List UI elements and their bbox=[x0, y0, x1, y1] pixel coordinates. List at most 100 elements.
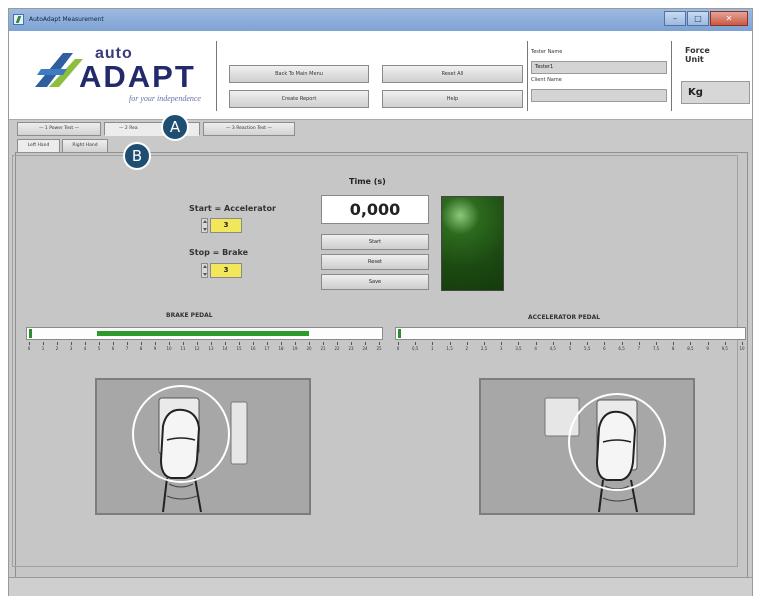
brake-scale: 0 1 2 3 4 5 6 7 8 9 10 11 12 13 14 15 16 17 18 19 20 21 22 23 24… bbox=[28, 342, 382, 356]
accelerator-tick-mark bbox=[638, 342, 640, 345]
accelerator-scale: 0 0,5 1 1,5 2 2,5 3 3,5 4 4,5 5 5,5 6 6,5 7 7,5 8 8,5 9 9,5… bbox=[396, 342, 745, 356]
brake-tick-mark bbox=[267, 342, 268, 345]
brake-tick-label: 10 bbox=[166, 346, 172, 351]
brake-tick-mark bbox=[239, 342, 240, 345]
stop-spin-icon[interactable] bbox=[201, 263, 208, 278]
title-bar: AutoAdapt Measurement – □ ✕ bbox=[9, 9, 752, 32]
start-spin-icon[interactable] bbox=[201, 218, 208, 233]
accelerator-tick-mark bbox=[604, 342, 606, 345]
brake-tick-label: 9 bbox=[153, 346, 157, 351]
brake-tick-label: 5 bbox=[97, 346, 101, 351]
stop-brake-label: Stop = Brake bbox=[189, 248, 249, 257]
accelerator-tick-mark bbox=[518, 342, 520, 345]
brake-tick-mark bbox=[141, 342, 142, 345]
accelerator-tick-mark bbox=[742, 342, 743, 345]
brake-tick-label: 23 bbox=[348, 346, 354, 351]
app-icon bbox=[13, 14, 24, 25]
stop-value[interactable]: 3 bbox=[210, 263, 242, 278]
header-divider-3 bbox=[671, 41, 672, 111]
brake-tick-label: 18 bbox=[278, 346, 284, 351]
accelerator-tick-label: 7 bbox=[637, 346, 641, 351]
accelerator-tick-label: 6,5 bbox=[618, 346, 625, 351]
accelerator-tick-label: 4,5 bbox=[549, 346, 556, 351]
accelerator-tick-label: 2 bbox=[465, 346, 469, 351]
accelerator-tick-mark bbox=[656, 342, 657, 345]
brake-bar-handle[interactable] bbox=[29, 329, 32, 338]
tester-name-field[interactable]: Tester1 bbox=[531, 61, 667, 74]
brake-tick-label: 19 bbox=[292, 346, 298, 351]
start-value-stepper[interactable]: 3 bbox=[201, 218, 242, 233]
accelerator-tick-label: 9,5 bbox=[721, 346, 728, 351]
accelerator-tick-mark bbox=[587, 342, 589, 345]
reaction-indicator-light bbox=[441, 196, 504, 291]
brake-tick-mark bbox=[309, 342, 310, 345]
accelerator-tick-label: 9 bbox=[706, 346, 709, 351]
start-accelerator-label: Start = Accelerator bbox=[189, 204, 276, 213]
accelerator-tick-mark bbox=[621, 342, 623, 345]
brake-tick-label: 2 bbox=[55, 346, 59, 351]
brake-tick-mark bbox=[71, 342, 72, 345]
accelerator-pedal-illustration bbox=[479, 378, 695, 515]
tab-power-test[interactable]: — 1 Power Test — bbox=[17, 122, 101, 136]
brake-tick-mark bbox=[113, 342, 114, 345]
accelerator-tick-label: 4 bbox=[534, 346, 537, 351]
client-name-field[interactable] bbox=[531, 89, 667, 102]
brake-tick-mark bbox=[183, 342, 184, 345]
minimize-button[interactable]: – bbox=[664, 11, 686, 26]
subtab-left-hand[interactable]: Left Hand bbox=[17, 139, 60, 153]
brake-tick-label: 21 bbox=[320, 346, 326, 351]
brake-tick-mark bbox=[29, 342, 30, 345]
accelerator-tick-label: 0 bbox=[396, 346, 400, 351]
start-value[interactable]: 3 bbox=[210, 218, 242, 233]
accelerator-bar-handle[interactable] bbox=[398, 329, 401, 338]
brake-tick-mark bbox=[295, 342, 296, 345]
start-button[interactable]: Start bbox=[321, 234, 429, 250]
reset-button[interactable]: Reset bbox=[321, 254, 429, 270]
callout-a-badge: A bbox=[161, 113, 189, 141]
save-button[interactable]: Save bbox=[321, 274, 429, 290]
accelerator-tick-mark bbox=[673, 342, 675, 345]
brake-bar-fill bbox=[97, 331, 309, 336]
maximize-button[interactable]: □ bbox=[687, 11, 709, 26]
accelerator-tick-label: 0,5 bbox=[412, 346, 419, 351]
brake-tick-mark bbox=[57, 342, 58, 345]
tab-reaction-test[interactable]: — 3 Reaction Test — bbox=[203, 122, 295, 136]
brake-tick-mark bbox=[365, 342, 366, 345]
brake-tick-label: 17 bbox=[264, 346, 270, 351]
window-title: AutoAdapt Measurement bbox=[29, 16, 104, 23]
create-report-button[interactable]: Create Report bbox=[229, 90, 369, 108]
accelerator-tick-label: 10 bbox=[739, 346, 745, 351]
brake-foot-icon bbox=[132, 385, 248, 513]
callout-b-badge: B bbox=[123, 142, 151, 170]
brake-tick-mark bbox=[197, 342, 198, 345]
autoadapt-logo: auto ADAPT for your independence bbox=[29, 39, 219, 117]
brake-tick-label: 12 bbox=[194, 346, 200, 351]
brake-tick-mark bbox=[211, 342, 212, 345]
help-button[interactable]: Help bbox=[382, 90, 523, 108]
accelerator-tick-label: 1,5 bbox=[446, 346, 453, 351]
subtab-right-hand[interactable]: Right Hand bbox=[62, 139, 108, 153]
tester-name-label: Tester Name bbox=[531, 49, 563, 55]
logo-swoosh-icon bbox=[35, 53, 83, 87]
accelerator-tick-label: 1 bbox=[431, 346, 434, 351]
accelerator-tick-mark bbox=[570, 342, 571, 345]
force-unit-value[interactable]: Kg bbox=[681, 81, 750, 104]
brake-tick-label: 3 bbox=[69, 346, 73, 351]
accelerator-tick-mark bbox=[707, 342, 709, 345]
accelerator-tick-mark bbox=[552, 342, 554, 345]
brake-tick-label: 14 bbox=[222, 346, 228, 351]
accelerator-tick-mark bbox=[432, 342, 434, 345]
status-bar bbox=[9, 577, 752, 596]
accelerator-tick-mark bbox=[484, 342, 485, 345]
brake-tick-mark bbox=[323, 342, 324, 345]
close-button[interactable]: ✕ bbox=[710, 11, 748, 26]
back-to-main-menu-button[interactable]: Back To Main Menu bbox=[229, 65, 369, 83]
brake-pedal-bar bbox=[26, 327, 383, 340]
accelerator-tick-label: 8 bbox=[671, 346, 675, 351]
brake-tick-label: 24 bbox=[362, 346, 368, 351]
accelerator-tick-label: 3,5 bbox=[515, 346, 522, 351]
stop-value-stepper[interactable]: 3 bbox=[201, 263, 242, 278]
brake-tick-mark bbox=[379, 342, 380, 345]
brake-tick-label: 22 bbox=[334, 346, 340, 351]
reset-all-button[interactable]: Reset All bbox=[382, 65, 523, 83]
